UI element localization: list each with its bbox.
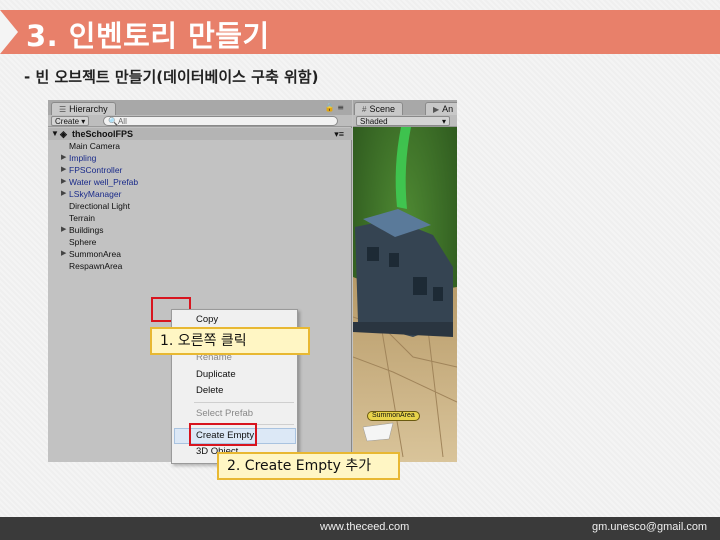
summon-area-label[interactable]: SummonArea [367,411,420,421]
slide-subtitle: - 빈 오브젝트 만들기(데이터베이스 구축 위함) [24,68,319,86]
hierarchy-item-label: Terrain [69,213,95,223]
scene-root-label: theSchoolFPS [72,129,134,139]
hierarchy-tab-strip: ☰ Hierarchy 🔒 ≡ [48,100,352,116]
hierarchy-item-label: Buildings [69,225,104,235]
scene-options-icon[interactable]: ▾≡ [334,128,344,140]
search-placeholder: All [117,117,127,126]
search-input[interactable]: 🔍All [103,116,338,126]
chevron-down-icon: ▾ [441,117,446,126]
create-dropdown-button[interactable]: Create ▾ [51,116,90,126]
expand-arrow-icon[interactable]: ▶ [61,164,66,176]
create-empty-marker [189,423,257,446]
slide-title-bar: 3. 인벤토리 만들기 [0,10,720,54]
hierarchy-item-label: LSkyManager [69,189,122,199]
unity-scene-icon: ◈ [60,129,67,139]
hierarchy-toolbar: Create ▾ 🔍All [48,115,352,127]
scene-panel: # Scene ▶ An Shaded ▾ SummonArea [353,100,457,462]
scene-root-row[interactable]: ▼ ◈ theSchoolFPS ▾≡ [48,128,352,140]
hierarchy-item-label: Directional Light [69,201,130,211]
hierarchy-item[interactable]: Main Camera [69,140,120,152]
hierarchy-item-label: Sphere [69,237,97,247]
tab-scene[interactable]: # Scene [354,102,403,116]
expand-arrow-icon[interactable]: ▼ [51,128,59,140]
expand-arrow-icon[interactable]: ▶ [61,176,66,188]
lock-icon[interactable]: 🔒 ≡ [325,103,344,112]
hierarchy-item[interactable]: ▶ Buildings [61,224,104,236]
hierarchy-item-label: FPSController [69,165,123,175]
menu-item-duplicate[interactable]: Duplicate [196,368,236,382]
step1-callout: 1. 오른쪽 클릭 [150,327,310,355]
menu-item-select-prefab[interactable]: Select Prefab [196,407,253,421]
scene-tab-strip: # Scene ▶ An [353,100,457,116]
slide-footer: www.theceed.com gm.unesco@gmail.com [0,517,720,540]
hierarchy-item[interactable]: ▶ FPSController [61,164,123,176]
search-icon: 🔍 [108,117,118,126]
footer-email[interactable]: gm.unesco@gmail.com [592,521,707,533]
title-notch [0,10,18,54]
menu-item-delete[interactable]: Delete [196,384,223,398]
hierarchy-item-label: Impling [69,153,97,163]
shading-mode-label: Shaded [360,117,388,126]
hierarchy-item[interactable]: Sphere [69,236,96,248]
hierarchy-item[interactable]: ▶ SummonArea [61,248,121,260]
hierarchy-item[interactable]: ▶ Water well_Prefab [61,176,139,188]
hierarchy-item[interactable]: ▶ Impling [61,152,97,164]
tab-animation[interactable]: ▶ An [425,102,457,116]
step2-callout: 2. Create Empty 추가 [217,452,400,480]
footer-website[interactable]: www.theceed.com [320,521,409,533]
hierarchy-item-label: Main Camera [69,141,121,151]
expand-arrow-icon[interactable]: ▶ [61,224,66,236]
hierarchy-item[interactable]: Terrain [69,212,95,224]
tab-hierarchy[interactable]: ☰ Hierarchy [51,102,116,116]
hierarchy-item-label: Water well_Prefab [69,177,139,187]
hierarchy-item[interactable]: RespawnArea [69,260,122,272]
shading-mode-dropdown[interactable]: Shaded ▾ [356,116,450,126]
menu-item-copy[interactable]: Copy [196,313,218,327]
scene-toolbar: Shaded ▾ [353,115,457,127]
expand-arrow-icon[interactable]: ▶ [61,188,66,200]
slide-title: 3. 인벤토리 만들기 [26,19,270,53]
hierarchy-item-label: SummonArea [69,249,121,259]
expand-arrow-icon[interactable]: ▶ [61,152,66,164]
expand-arrow-icon[interactable]: ▶ [61,248,66,260]
hierarchy-item[interactable]: ▶ LSkyManager [61,188,122,200]
hierarchy-item[interactable]: Directional Light [69,200,130,212]
hierarchy-item-label: RespawnArea [69,261,123,271]
menu-separator [194,402,294,403]
